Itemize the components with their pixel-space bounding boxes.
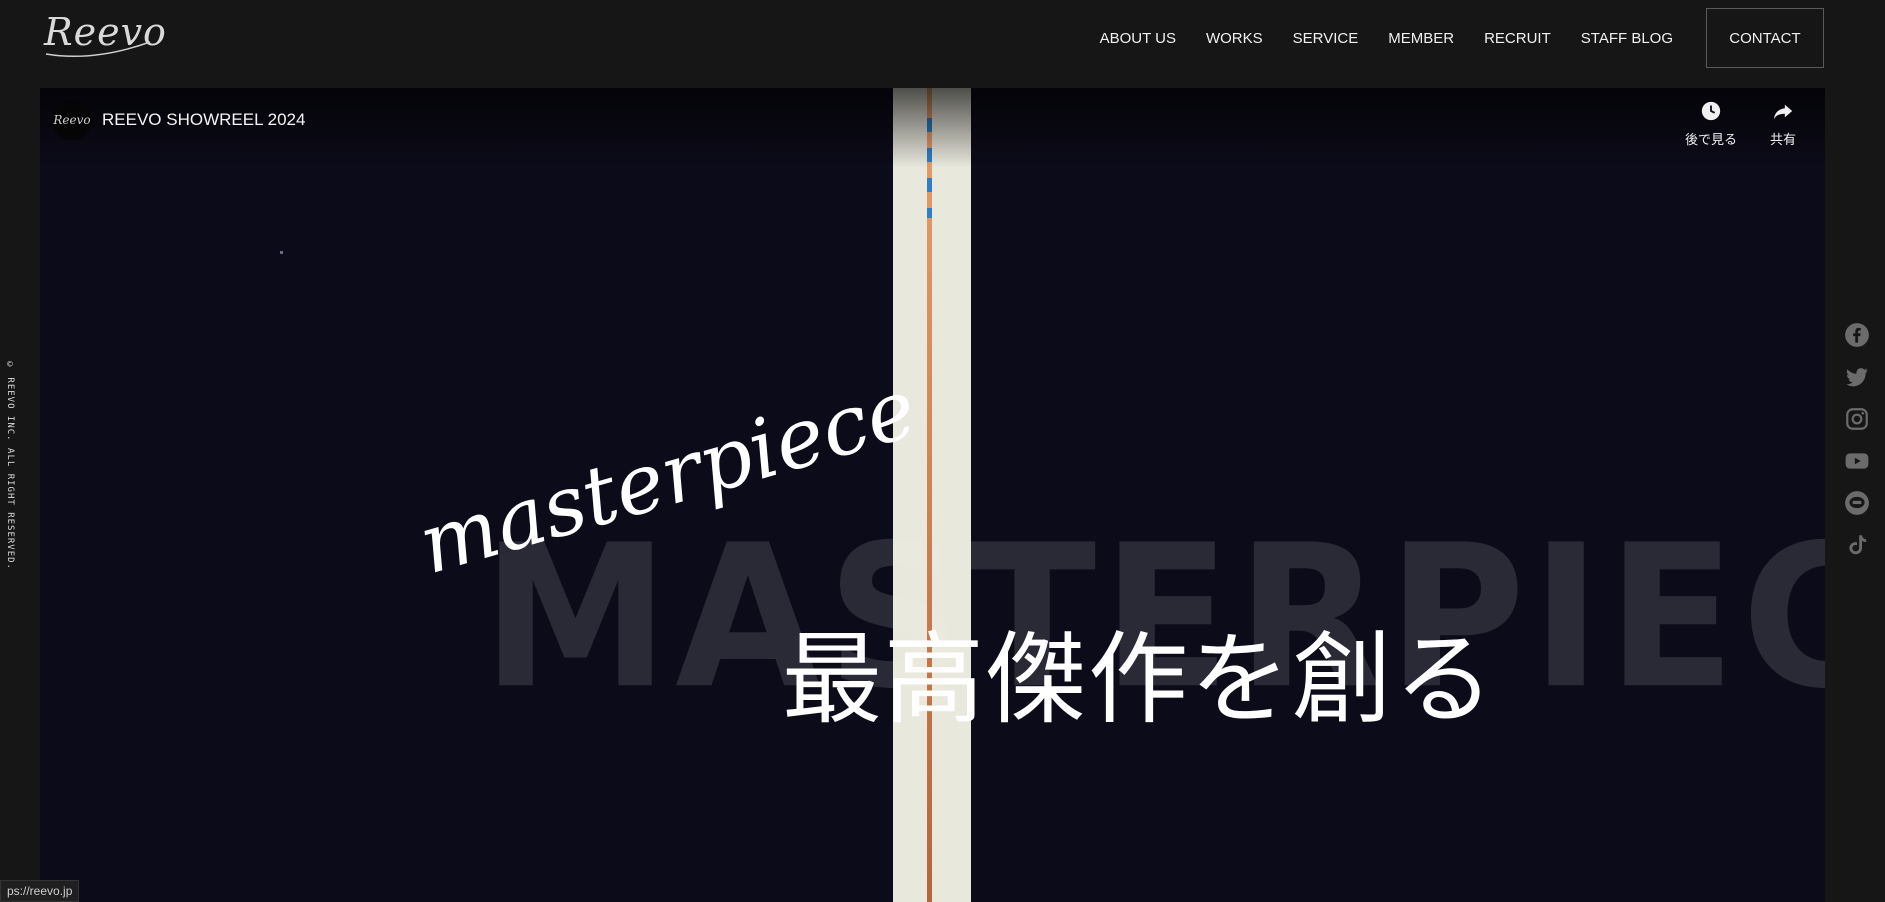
light-strip [893,88,971,902]
nav-recruit[interactable]: RECRUIT [1484,30,1551,47]
main-nav: ABOUT US WORKS SERVICE MEMBER RECRUIT ST… [1100,30,1673,47]
twitter-icon[interactable] [1844,364,1870,390]
channel-avatar[interactable]: Reevo [52,100,92,140]
nav-staff-blog[interactable]: STAFF BLOG [1581,30,1673,47]
copyright-text: © REEVO INC. ALL RIGHT RESERVED. [5,360,15,570]
youtube-icon[interactable] [1844,448,1870,474]
video-title[interactable]: REEVO SHOWREEL 2024 [102,110,305,130]
decorative-dot [280,251,283,254]
clock-icon [1701,101,1721,121]
nav-about-us[interactable]: ABOUT US [1100,30,1176,47]
site-header: Reevo ABOUT US WORKS SERVICE MEMBER RECR… [0,0,1885,88]
watch-later-button[interactable]: 後で見る [1676,100,1746,148]
logo-swoosh [45,41,151,58]
contact-button[interactable]: CONTACT [1706,8,1824,68]
nav-member[interactable]: MEMBER [1388,30,1454,47]
watch-later-label: 後で見る [1684,132,1737,147]
nav-service[interactable]: SERVICE [1293,30,1359,47]
video-top-bar [40,88,1825,168]
browser-status-bar: ps://reevo.jp [0,880,80,902]
jp-headline: 最高傑作を創る [782,621,1496,738]
showreel-video[interactable]: MASTERPIECE masterpiece 最高傑作を創る Reevo RE… [40,88,1825,902]
tiktok-icon[interactable] [1844,532,1870,558]
line-icon[interactable] [1844,490,1870,516]
social-links [1844,322,1870,558]
nav-works[interactable]: WORKS [1206,30,1263,47]
share-label: 共有 [1769,132,1796,147]
facebook-icon[interactable] [1844,322,1870,348]
share-icon [1773,104,1793,120]
share-button[interactable]: 共有 [1748,100,1818,148]
instagram-icon[interactable] [1844,406,1870,432]
